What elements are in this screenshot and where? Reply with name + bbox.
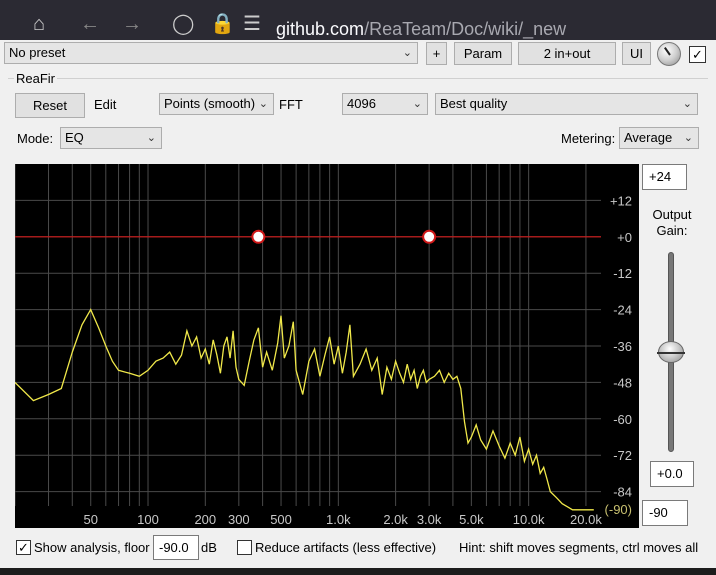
- y-tick-label: +0: [617, 230, 632, 245]
- show-analysis-label: Show analysis, floor: [34, 540, 150, 555]
- edit-label: Edit: [94, 97, 117, 112]
- metering-select[interactable]: Average ⌄: [619, 127, 699, 149]
- edit-mode-value: Points (smooth): [164, 96, 256, 111]
- reduce-artifacts-label: Reduce artifacts (less effective): [255, 540, 437, 555]
- y-tick-label: -60: [613, 412, 632, 427]
- quality-select[interactable]: Best quality ⌄: [435, 93, 698, 115]
- preset-select[interactable]: No preset ⌄: [4, 42, 418, 64]
- floor-label: (-90): [605, 502, 632, 517]
- chevron-down-icon: ⌄: [412, 98, 422, 110]
- x-tick-label: 20.0k: [570, 512, 602, 527]
- url-path: /ReaTeam/Doc/wiki/_new: [364, 19, 567, 39]
- eq-point-handle[interactable]: [422, 229, 437, 244]
- back-arrow-icon[interactable]: ←: [80, 14, 100, 34]
- y-tick-label: -36: [613, 339, 632, 354]
- eq-graph-svg[interactable]: +12 +0 -12 -24 -36 -48 -60 -72 -84 (-90) 50 100 200 3…: [15, 164, 639, 528]
- eq-graph[interactable]: +12 +0 -12 -24 -36 -48 -60 -72 -84 (-90) 50 100 200 3…: [15, 164, 639, 528]
- fft-label: FFT: [279, 97, 303, 112]
- analysis-spectrum-line: [15, 308, 594, 511]
- permissions-icon[interactable]: ☰: [243, 14, 261, 34]
- chevron-down-icon: ⌄: [258, 98, 268, 110]
- y-tick-label: -72: [613, 448, 632, 463]
- x-tick-label: 5.0k: [459, 512, 484, 527]
- x-tick-label: 500: [270, 512, 292, 527]
- show-analysis-checkbox[interactable]: ✓: [16, 540, 31, 555]
- lock-icon[interactable]: 🔒: [210, 14, 235, 34]
- param-button[interactable]: Param: [454, 42, 512, 65]
- y-tick-label: +12: [610, 193, 632, 208]
- x-tick-label: 200: [194, 512, 216, 527]
- mode-select[interactable]: EQ ⌄: [60, 127, 162, 149]
- wet-dry-knob[interactable]: [657, 42, 681, 66]
- metering-label: Metering:: [561, 131, 616, 146]
- browser-toolbar: ⌂ ← → ◯ 🔒 ☰ github.com/ReaTeam/Doc/wiki/…: [0, 0, 716, 40]
- forward-arrow-icon[interactable]: →: [122, 14, 142, 34]
- chevron-down-icon: ⌄: [402, 47, 412, 59]
- reafir-window: No preset ⌄ + Param 2 in+out UI ✓ ReaFir…: [0, 40, 716, 570]
- shield-icon[interactable]: ◯: [172, 14, 194, 34]
- output-gain-slider-handle[interactable]: [657, 341, 685, 363]
- gain-range-floor[interactable]: -90: [642, 500, 688, 526]
- mode-label: Mode:: [17, 131, 54, 146]
- x-tick-label: 50: [83, 512, 97, 527]
- x-tick-label: 2.0k: [383, 512, 408, 527]
- y-tick-label: -12: [613, 266, 632, 281]
- ui-button[interactable]: UI: [622, 42, 651, 65]
- fft-size-select[interactable]: 4096 ⌄: [342, 93, 428, 115]
- quality-value: Best quality: [440, 96, 508, 111]
- address-bar[interactable]: github.com/ReaTeam/Doc/wiki/_new: [276, 19, 566, 40]
- metering-value: Average: [624, 130, 673, 145]
- home-icon[interactable]: ⌂: [33, 14, 45, 34]
- fft-size-value: 4096: [347, 96, 376, 111]
- db-unit-label: dB: [201, 540, 217, 555]
- hint-text: Hint: shift moves segments, ctrl moves a…: [459, 540, 699, 555]
- chevron-down-icon: ⌄: [682, 98, 692, 110]
- add-preset-button[interactable]: +: [426, 42, 447, 65]
- x-tick-label: 100: [137, 512, 159, 527]
- analysis-floor-input[interactable]: -90.0: [153, 535, 199, 560]
- mode-value: EQ: [65, 130, 84, 145]
- plugin-name: ReaFir: [14, 71, 58, 87]
- bottom-edge: [0, 568, 716, 575]
- x-tick-label: 3.0k: [417, 512, 442, 527]
- group-divider: [8, 78, 708, 79]
- edit-mode-select[interactable]: Points (smooth) ⌄: [159, 93, 274, 115]
- chevron-down-icon: ⌄: [146, 132, 156, 144]
- x-tick-label: 300: [228, 512, 250, 527]
- url-host: github.com: [276, 19, 365, 39]
- reset-button[interactable]: Reset: [15, 93, 85, 118]
- gain-range-top[interactable]: +24: [642, 164, 687, 190]
- y-tick-label: -48: [613, 375, 632, 390]
- output-gain-label: Output Gain:: [652, 207, 692, 238]
- reduce-artifacts-checkbox[interactable]: [237, 540, 252, 555]
- output-gain-value[interactable]: +0.0: [650, 461, 694, 487]
- bypass-checkbox[interactable]: ✓: [689, 46, 706, 63]
- y-tick-label: -84: [613, 485, 632, 500]
- x-tick-label: 1.0k: [326, 512, 351, 527]
- preset-value: No preset: [9, 45, 66, 60]
- y-tick-label: -24: [613, 303, 632, 318]
- chevron-down-icon: ⌄: [683, 132, 693, 144]
- eq-point-handle[interactable]: [251, 229, 266, 244]
- io-button[interactable]: 2 in+out: [518, 42, 616, 65]
- x-tick-label: 10.0k: [513, 512, 545, 527]
